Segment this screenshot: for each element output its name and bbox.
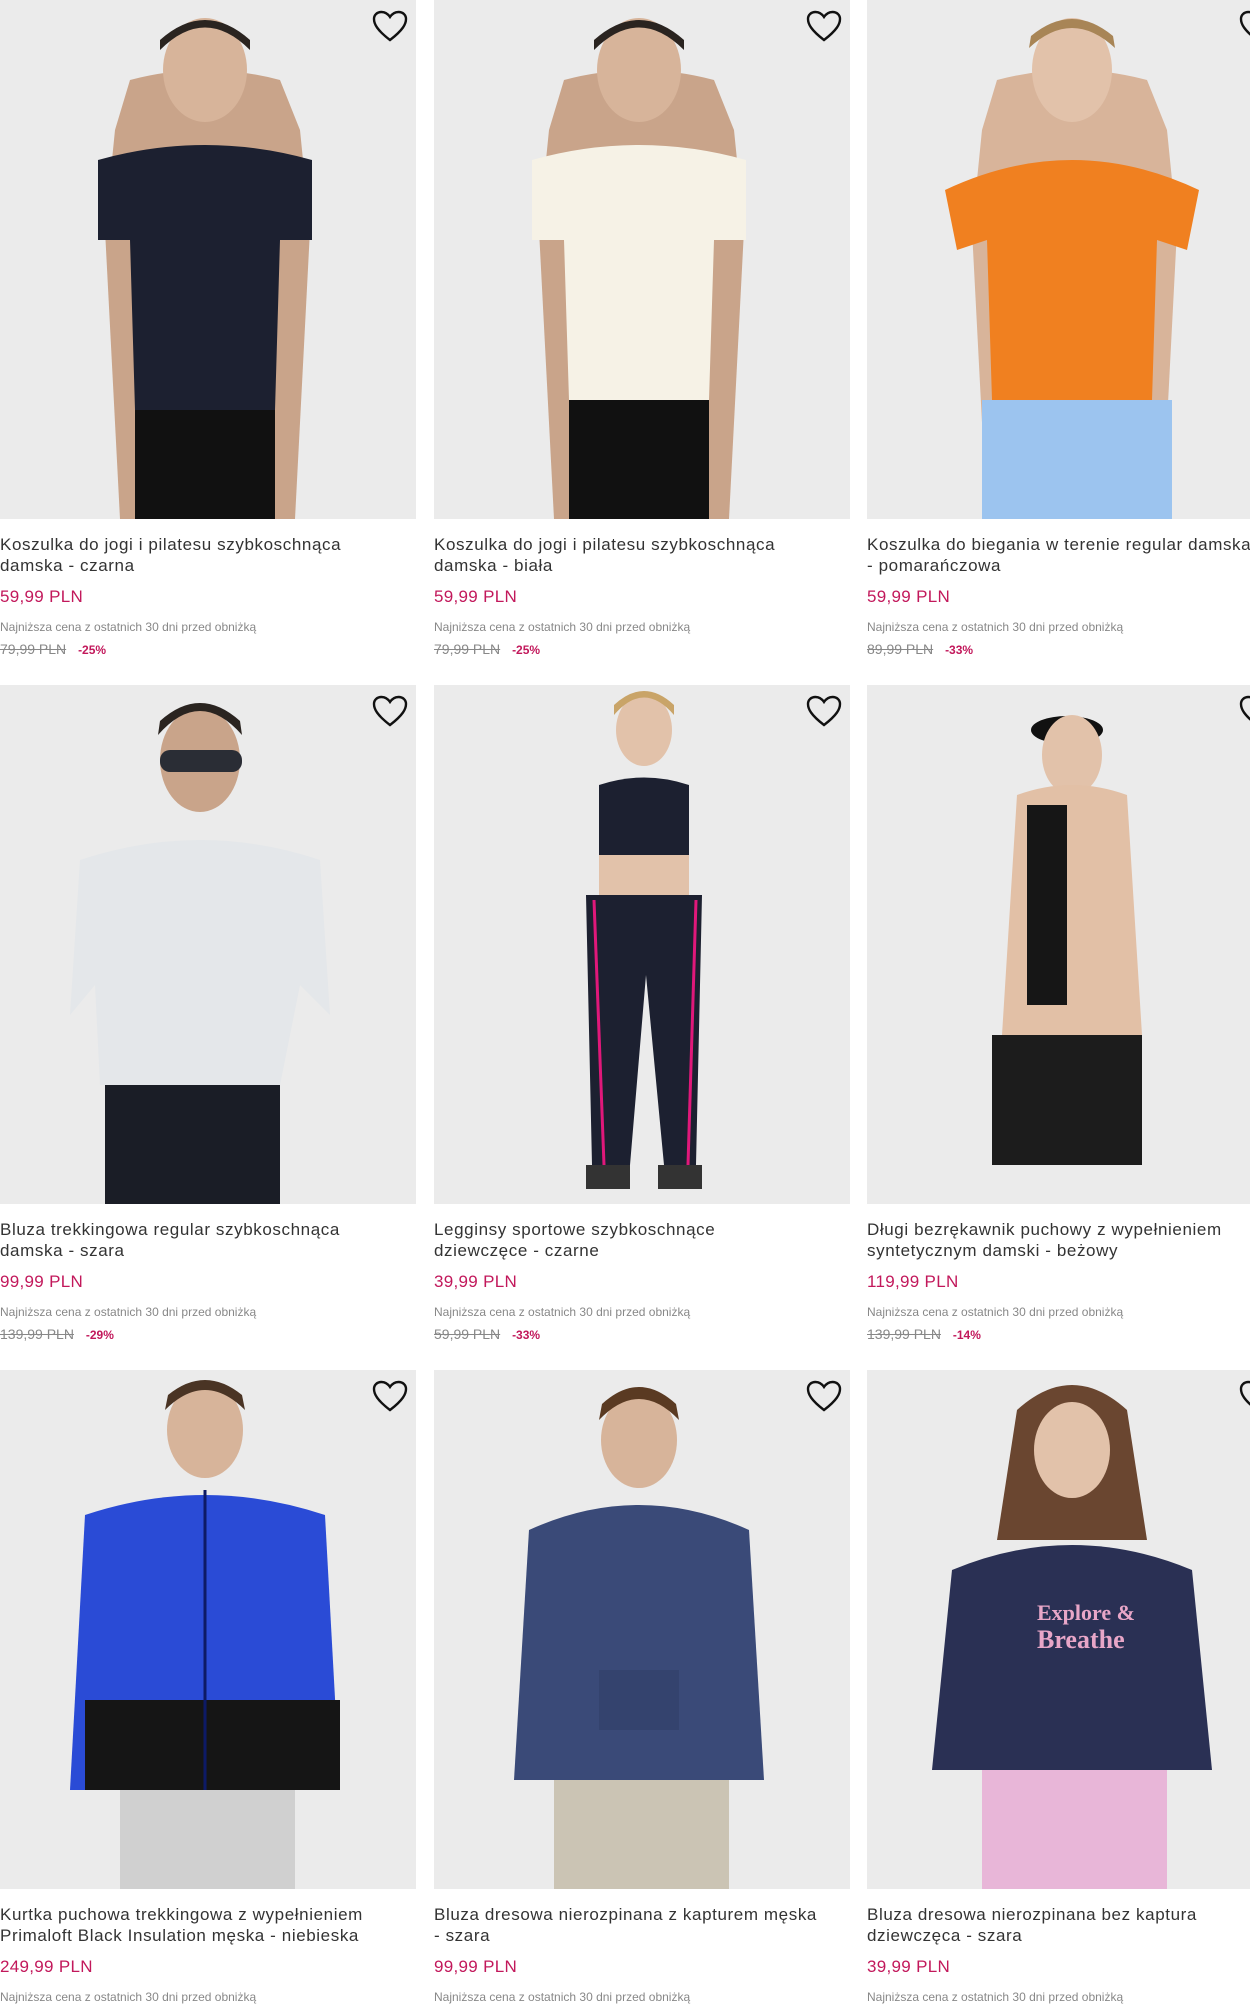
product-image[interactable]: [867, 685, 1250, 1204]
lowest-price-label: Najniższa cena z ostatnich 30 dni przed …: [0, 1305, 257, 1319]
lowest-price-label: Najniższa cena z ostatnich 30 dni przed …: [0, 620, 257, 634]
product-card[interactable]: Kurtka puchowa trekkingowa z wypełnienie…: [0, 1370, 416, 2014]
wishlist-heart-icon[interactable]: [1239, 695, 1250, 729]
old-price: 139,99 PLN: [0, 1326, 74, 1342]
discount-badge: -33%: [512, 1328, 541, 1342]
product-price: 39,99 PLN: [867, 1957, 951, 1976]
lowest-price-label: Najniższa cena z ostatnich 30 dni przed …: [867, 1305, 1124, 1319]
product-title[interactable]: Kurtka puchowa trekkingowa z wypełnienie…: [0, 1904, 416, 1946]
wishlist-heart-icon[interactable]: [372, 10, 408, 44]
old-price-row: 139,99 PLN -14%: [867, 1326, 981, 1342]
discount-badge: -25%: [512, 643, 541, 657]
product-price: 59,99 PLN: [434, 587, 518, 606]
product-title[interactable]: Koszulka do biegania w terenie regular d…: [867, 534, 1250, 576]
product-card[interactable]: Koszulka do jogi i pilatesu szybkoschnąc…: [434, 0, 850, 680]
lowest-price-label: Najniższa cena z ostatnich 30 dni przed …: [434, 1990, 691, 2004]
product-title[interactable]: Długi bezrękawnik puchowy z wypełnieniem…: [867, 1219, 1250, 1261]
product-price: 59,99 PLN: [867, 587, 951, 606]
product-title[interactable]: Koszulka do jogi i pilatesu szybkoschnąc…: [434, 534, 850, 576]
product-image[interactable]: [434, 0, 850, 519]
old-price-row: 139,99 PLN -29%: [0, 1326, 114, 1342]
wishlist-heart-icon[interactable]: [806, 10, 842, 44]
product-title[interactable]: Bluza dresowa nierozpinana z kapturem mę…: [434, 1904, 850, 1946]
print-text-line2: Breathe: [1037, 1625, 1125, 1654]
product-price: 99,99 PLN: [434, 1957, 518, 1976]
old-price-row: 59,99 PLN -33%: [434, 1326, 540, 1342]
product-price: 249,99 PLN: [0, 1957, 93, 1976]
product-image[interactable]: Explore & Breathe: [867, 1370, 1250, 1889]
product-title[interactable]: Bluza trekkingowa regular szybkoschnąca …: [0, 1219, 416, 1261]
product-image[interactable]: [434, 1370, 850, 1889]
product-price: 59,99 PLN: [0, 587, 84, 606]
discount-badge: -14%: [952, 1328, 981, 1342]
product-image[interactable]: [0, 685, 416, 1204]
lowest-price-label: Najniższa cena z ostatnich 30 dni przed …: [434, 620, 691, 634]
product-title[interactable]: Bluza dresowa nierozpinana bez kaptura d…: [867, 1904, 1250, 1946]
product-price: 39,99 PLN: [434, 1272, 518, 1291]
product-image[interactable]: [0, 0, 416, 519]
product-title[interactable]: Koszulka do jogi i pilatesu szybkoschnąc…: [0, 534, 416, 576]
product-card[interactable]: Bluza trekkingowa regular szybkoschnąca …: [0, 685, 416, 1365]
wishlist-heart-icon[interactable]: [806, 1380, 842, 1414]
lowest-price-label: Najniższa cena z ostatnich 30 dni przed …: [0, 1990, 257, 2004]
old-price-row: 89,99 PLN -33%: [867, 641, 973, 657]
product-image[interactable]: [867, 0, 1250, 519]
product-image[interactable]: [434, 685, 850, 1204]
old-price-row: 79,99 PLN -25%: [434, 641, 540, 657]
product-card[interactable]: Długi bezrękawnik puchowy z wypełnieniem…: [867, 685, 1250, 1365]
lowest-price-label: Najniższa cena z ostatnich 30 dni przed …: [434, 1305, 691, 1319]
wishlist-heart-icon[interactable]: [806, 695, 842, 729]
product-price: 99,99 PLN: [0, 1272, 84, 1291]
discount-badge: -29%: [85, 1328, 114, 1342]
lowest-price-label: Najniższa cena z ostatnich 30 dni przed …: [867, 1990, 1124, 2004]
product-card[interactable]: Koszulka do biegania w terenie regular d…: [867, 0, 1250, 680]
product-card[interactable]: Legginsy sportowe szybkoschnące dziewczę…: [434, 685, 850, 1365]
product-card[interactable]: Explore & Breathe Bluza dresowa nierozpi…: [867, 1370, 1250, 2014]
product-price: 119,99 PLN: [867, 1272, 959, 1291]
discount-badge: -33%: [945, 643, 974, 657]
product-card[interactable]: Koszulka do jogi i pilatesu szybkoschnąc…: [0, 0, 416, 680]
product-grid: Koszulka do jogi i pilatesu szybkoschnąc…: [0, 0, 1250, 2014]
old-price: 59,99 PLN: [434, 1326, 501, 1342]
old-price-row: 79,99 PLN -25%: [0, 641, 106, 657]
wishlist-heart-icon[interactable]: [1239, 1380, 1250, 1414]
old-price: 139,99 PLN: [867, 1326, 941, 1342]
old-price: 89,99 PLN: [867, 641, 934, 657]
old-price: 79,99 PLN: [434, 641, 501, 657]
product-card[interactable]: Bluza dresowa nierozpinana z kapturem mę…: [434, 1370, 850, 2014]
wishlist-heart-icon[interactable]: [372, 1380, 408, 1414]
old-price: 79,99 PLN: [0, 641, 67, 657]
product-title[interactable]: Legginsy sportowe szybkoschnące dziewczę…: [434, 1219, 850, 1261]
wishlist-heart-icon[interactable]: [1239, 10, 1250, 44]
lowest-price-label: Najniższa cena z ostatnich 30 dni przed …: [867, 620, 1124, 634]
discount-badge: -25%: [78, 643, 107, 657]
print-text-line1: Explore &: [1037, 1600, 1135, 1625]
wishlist-heart-icon[interactable]: [372, 695, 408, 729]
product-image[interactable]: [0, 1370, 416, 1889]
